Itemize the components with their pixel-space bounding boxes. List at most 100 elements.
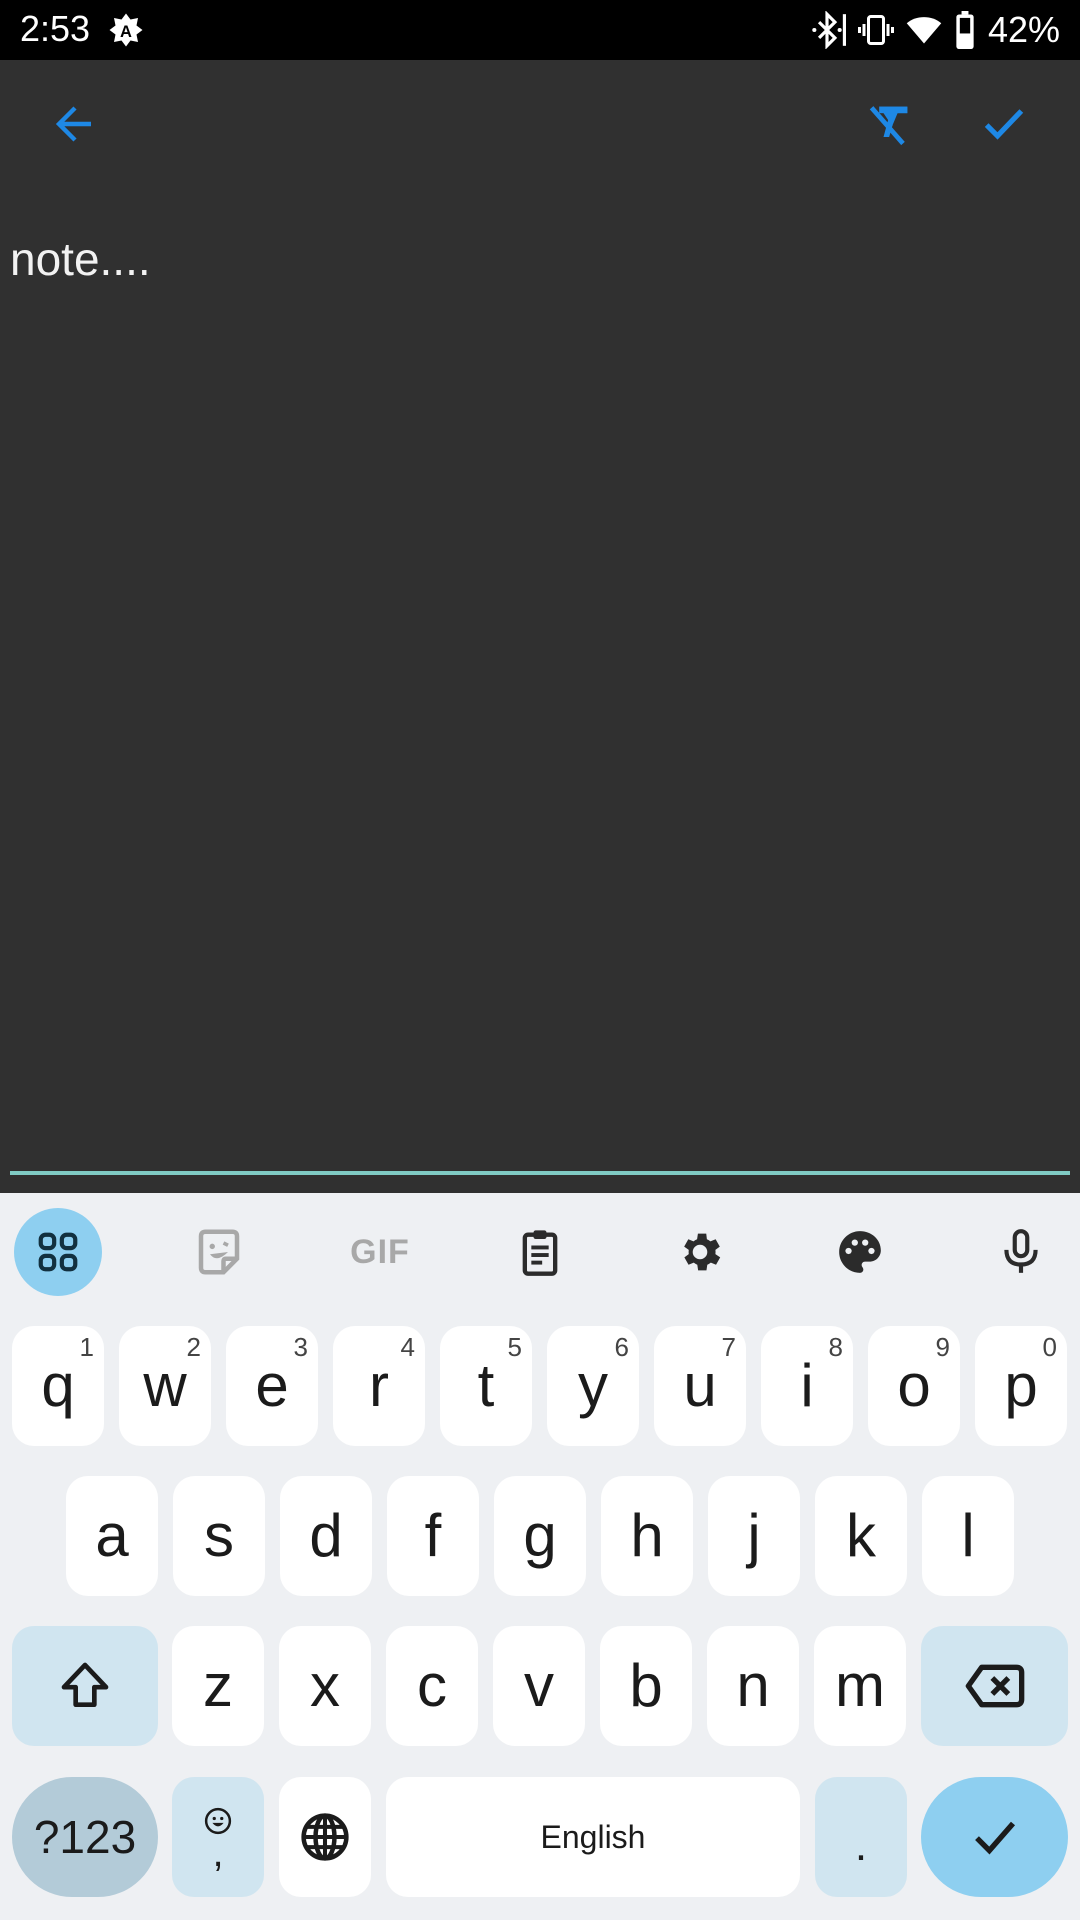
key-r[interactable]: r4 — [333, 1326, 425, 1446]
gif-icon: GIF — [350, 1232, 410, 1271]
key-number-hint: 8 — [828, 1332, 843, 1362]
key-letter: n — [736, 1652, 770, 1719]
battery-icon — [956, 11, 974, 49]
key-letter: j — [747, 1502, 761, 1569]
status-time: 2:53 — [20, 8, 91, 49]
key-number-hint: 1 — [79, 1332, 94, 1362]
clear-formatting-icon — [869, 106, 908, 146]
key-o[interactable]: o9 — [868, 1326, 960, 1446]
key-n[interactable]: n — [707, 1626, 799, 1746]
key-letter: m — [835, 1652, 885, 1719]
key-p[interactable]: p0 — [975, 1326, 1067, 1446]
wifi-icon — [906, 17, 942, 44]
key-letter: g — [523, 1502, 557, 1569]
key-v[interactable]: v — [493, 1626, 585, 1746]
symbols-key[interactable]: ?123 — [12, 1777, 158, 1897]
key-y[interactable]: y6 — [547, 1326, 639, 1446]
key-letter: o — [897, 1352, 931, 1419]
key-j[interactable]: j — [708, 1476, 800, 1596]
key-letter: h — [630, 1502, 664, 1569]
theme-palette-icon — [839, 1231, 881, 1273]
shift-icon — [61, 1662, 109, 1707]
check-icon — [984, 109, 1024, 140]
sticker-icon — [198, 1229, 240, 1275]
note-text-field[interactable]: note.... — [10, 232, 151, 286]
key-number-hint: 4 — [400, 1332, 415, 1362]
clear-formatting-button[interactable] — [850, 84, 930, 164]
key-h[interactable]: h — [601, 1476, 693, 1596]
backspace-icon — [965, 1664, 1024, 1708]
key-e[interactable]: e3 — [226, 1326, 318, 1446]
period-label: . — [854, 1821, 868, 1870]
save-button[interactable] — [964, 84, 1044, 164]
comma-label: , — [212, 1831, 224, 1875]
key-number-hint: 7 — [721, 1332, 736, 1362]
key-letter: i — [800, 1352, 814, 1419]
key-number-hint: 6 — [614, 1332, 629, 1362]
key-t[interactable]: t5 — [440, 1326, 532, 1446]
backspace-key[interactable] — [921, 1626, 1068, 1746]
period-key[interactable]: . — [815, 1777, 907, 1897]
voice-input-button[interactable] — [977, 1208, 1065, 1296]
key-letter: a — [95, 1502, 129, 1569]
key-z[interactable]: z — [172, 1626, 264, 1746]
status-icons: 42% — [808, 8, 1060, 52]
key-d[interactable]: d — [280, 1476, 372, 1596]
space-bar[interactable]: English — [386, 1777, 800, 1897]
key-g[interactable]: g — [494, 1476, 586, 1596]
key-letter: p — [1004, 1352, 1038, 1419]
key-letter: r — [369, 1352, 389, 1419]
key-number-hint: 0 — [1042, 1332, 1057, 1362]
key-number-hint: 2 — [186, 1332, 201, 1362]
key-number-hint: 3 — [293, 1332, 308, 1362]
apps-grid-icon — [38, 1232, 78, 1272]
settings-button[interactable] — [656, 1208, 744, 1296]
symbols-key-label: ?123 — [33, 1811, 137, 1863]
key-letter: d — [309, 1502, 343, 1569]
key-l[interactable]: l — [922, 1476, 1014, 1596]
key-letter: c — [417, 1652, 447, 1719]
key-letter: x — [310, 1652, 340, 1719]
key-m[interactable]: m — [814, 1626, 906, 1746]
key-b[interactable]: b — [600, 1626, 692, 1746]
key-c[interactable]: c — [386, 1626, 478, 1746]
auto-brightness-icon: A — [109, 13, 143, 47]
shift-key[interactable] — [12, 1626, 158, 1746]
enter-key[interactable] — [921, 1777, 1068, 1897]
key-letter: f — [424, 1502, 442, 1569]
sticker-button[interactable] — [175, 1208, 263, 1296]
language-key[interactable] — [279, 1777, 371, 1897]
key-w[interactable]: w2 — [119, 1326, 211, 1446]
emoji-comma-key[interactable]: , — [172, 1777, 264, 1897]
bluetooth-icon — [812, 11, 846, 49]
battery-percent: 42% — [987, 9, 1060, 50]
key-u[interactable]: u7 — [654, 1326, 746, 1446]
key-x[interactable]: x — [279, 1626, 371, 1746]
key-a[interactable]: a — [66, 1476, 158, 1596]
key-f[interactable]: f — [387, 1476, 479, 1596]
clipboard-icon — [522, 1230, 558, 1276]
key-q[interactable]: q1 — [12, 1326, 104, 1446]
key-letter: w — [143, 1352, 187, 1419]
key-letter: b — [629, 1652, 663, 1719]
key-letter: t — [477, 1352, 495, 1419]
keyboard-apps-button[interactable] — [14, 1208, 102, 1296]
app-bar — [0, 60, 1080, 190]
globe-icon — [301, 1813, 349, 1861]
space-bar-label: English — [540, 1818, 646, 1855]
check-icon — [974, 1821, 1015, 1855]
key-letter: l — [961, 1502, 975, 1569]
clipboard-button[interactable] — [496, 1208, 584, 1296]
theme-button[interactable] — [816, 1208, 904, 1296]
key-k[interactable]: k — [815, 1476, 907, 1596]
gif-button[interactable]: GIF — [336, 1208, 424, 1296]
text-field-underline — [10, 1171, 1070, 1175]
key-letter: s — [204, 1502, 234, 1569]
key-letter: v — [524, 1652, 554, 1719]
back-button[interactable] — [35, 84, 115, 164]
key-s[interactable]: s — [173, 1476, 265, 1596]
status-bar: 2:53 A 42% — [0, 0, 1080, 60]
key-letter: y — [578, 1352, 608, 1419]
key-i[interactable]: i8 — [761, 1326, 853, 1446]
settings-icon — [684, 1233, 721, 1271]
